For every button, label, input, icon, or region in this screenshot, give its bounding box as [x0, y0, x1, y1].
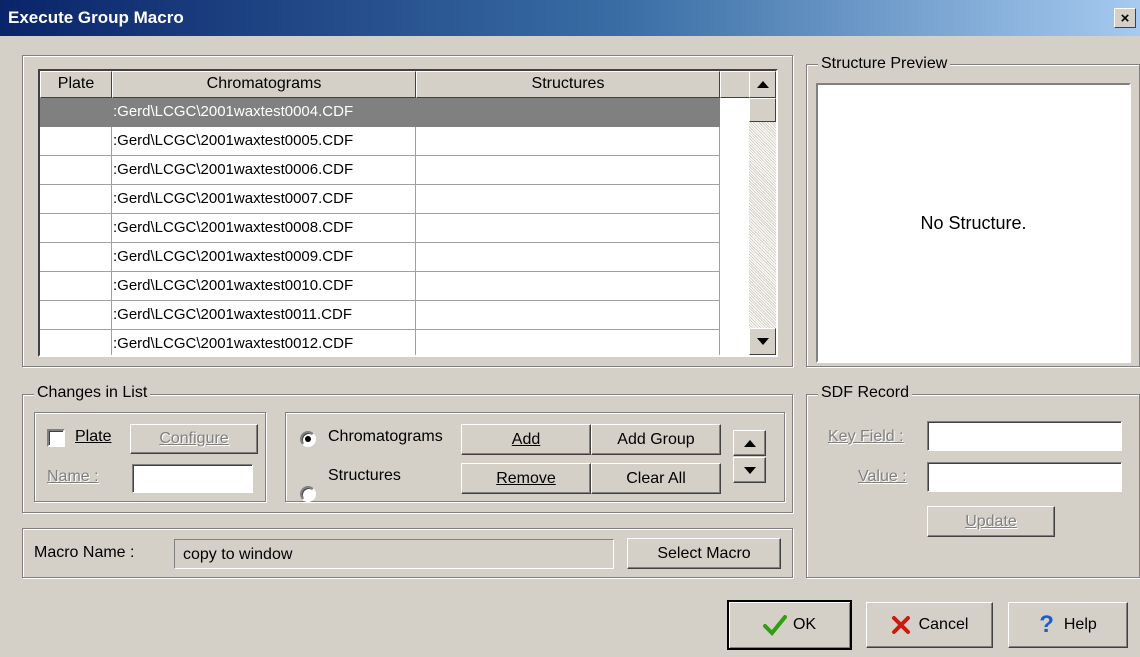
- chromatogram-cell[interactable]: :Gerd\LCGC\2001waxtest0006.CDF: [112, 156, 416, 185]
- clear-all-button[interactable]: Clear All: [591, 463, 721, 494]
- radio-structures-label: Structures: [328, 467, 401, 484]
- plate-cell[interactable]: [40, 272, 112, 301]
- chromatogram-cell[interactable]: :Gerd\LCGC\2001waxtest0011.CDF: [112, 301, 416, 330]
- changes-legend: Changes in List: [34, 384, 151, 402]
- up-arrow-icon: [743, 439, 756, 447]
- radio-structures[interactable]: [300, 486, 316, 502]
- x-icon: [891, 616, 910, 634]
- add-button[interactable]: Add: [461, 424, 591, 455]
- structure-cell[interactable]: [416, 214, 720, 243]
- plate-cell[interactable]: [40, 301, 112, 330]
- key-field-label: Key Field :: [828, 428, 904, 445]
- table-row[interactable]: :Gerd\LCGC\2001waxtest0012.CDF: [40, 330, 720, 355]
- chromatogram-cell[interactable]: :Gerd\LCGC\2001waxtest0008.CDF: [112, 214, 416, 243]
- radio-chromatograms-label: Chromatograms: [328, 428, 443, 445]
- structure-preview-box: No Structure.: [816, 83, 1131, 363]
- column-header-structures[interactable]: Structures: [416, 71, 720, 98]
- ok-label: OK: [792, 616, 817, 633]
- table-row[interactable]: :Gerd\LCGC\2001waxtest0011.CDF: [40, 301, 720, 330]
- macro-name-field: copy to window: [174, 539, 614, 569]
- chromatogram-cell[interactable]: :Gerd\LCGC\2001waxtest0007.CDF: [112, 185, 416, 214]
- structure-preview-legend: Structure Preview: [818, 55, 951, 73]
- plate-cell[interactable]: [40, 214, 112, 243]
- chromatogram-cell[interactable]: :Gerd\LCGC\2001waxtest0010.CDF: [112, 272, 416, 301]
- move-down-button[interactable]: [733, 457, 766, 483]
- name-label: Name :: [47, 468, 99, 485]
- plate-cell[interactable]: [40, 243, 112, 272]
- plate-cell[interactable]: [40, 330, 112, 355]
- move-up-button[interactable]: [733, 430, 766, 456]
- name-field[interactable]: [132, 464, 253, 493]
- structure-cell[interactable]: [416, 156, 720, 185]
- structure-cell[interactable]: [416, 272, 720, 301]
- table-row[interactable]: :Gerd\LCGC\2001waxtest0005.CDF: [40, 127, 720, 156]
- no-structure-text: No Structure.: [920, 212, 1027, 233]
- add-group-button[interactable]: Add Group: [591, 424, 721, 455]
- chromatogram-cell[interactable]: :Gerd\LCGC\2001waxtest0005.CDF: [112, 127, 416, 156]
- value-label: Value :: [858, 468, 907, 485]
- structure-cell[interactable]: [416, 301, 720, 330]
- checkmark-icon: [762, 615, 787, 636]
- table-row[interactable]: :Gerd\LCGC\2001waxtest0007.CDF: [40, 185, 720, 214]
- remove-button[interactable]: Remove: [461, 463, 591, 494]
- title-bar: Execute Group Macro ×: [0, 0, 1140, 36]
- close-button[interactable]: ×: [1114, 8, 1136, 28]
- question-mark-icon: ?: [1039, 611, 1054, 638]
- window-title: Execute Group Macro: [8, 8, 184, 27]
- structure-cell[interactable]: [416, 243, 720, 272]
- update-button[interactable]: Update: [927, 506, 1055, 537]
- column-header-plate[interactable]: Plate: [40, 71, 112, 98]
- chromatogram-cell[interactable]: :Gerd\LCGC\2001waxtest0009.CDF: [112, 243, 416, 272]
- structure-cell[interactable]: [416, 330, 720, 355]
- help-label: Help: [1063, 616, 1097, 633]
- scroll-down-button[interactable]: [749, 328, 776, 355]
- structure-cell[interactable]: [416, 98, 720, 127]
- value-input[interactable]: [927, 462, 1122, 492]
- structure-cell[interactable]: [416, 185, 720, 214]
- table-row[interactable]: :Gerd\LCGC\2001waxtest0009.CDF: [40, 243, 720, 272]
- structure-cell[interactable]: [416, 127, 720, 156]
- cancel-label: Cancel: [918, 616, 969, 633]
- plate-cell[interactable]: [40, 156, 112, 185]
- macro-name-label: Macro Name :: [34, 544, 135, 561]
- chromatogram-cell[interactable]: :Gerd\LCGC\2001waxtest0012.CDF: [112, 330, 416, 355]
- radio-chromatograms[interactable]: [300, 431, 316, 447]
- plate-checkbox[interactable]: [47, 429, 65, 447]
- chromatogram-cell[interactable]: :Gerd\LCGC\2001waxtest0004.CDF: [112, 98, 416, 127]
- table-row[interactable]: :Gerd\LCGC\2001waxtest0006.CDF: [40, 156, 720, 185]
- cancel-button[interactable]: Cancel: [866, 602, 993, 648]
- scroll-thumb[interactable]: [749, 98, 776, 122]
- select-macro-button[interactable]: Select Macro: [627, 538, 781, 569]
- sdf-record-legend: SDF Record: [818, 384, 913, 402]
- down-arrow-icon: [743, 466, 756, 474]
- plate-cell[interactable]: [40, 98, 112, 127]
- vertical-scrollbar[interactable]: [749, 71, 776, 355]
- table-row[interactable]: :Gerd\LCGC\2001waxtest0008.CDF: [40, 214, 720, 243]
- file-grid: Plate Chromatograms Structures :Gerd\LCG…: [38, 69, 778, 357]
- plate-cell[interactable]: [40, 185, 112, 214]
- help-button[interactable]: ? Help: [1008, 602, 1128, 648]
- down-arrow-icon: [756, 338, 769, 345]
- ok-button[interactable]: OK: [727, 600, 852, 650]
- up-arrow-icon: [756, 81, 769, 88]
- table-row[interactable]: :Gerd\LCGC\2001waxtest0010.CDF: [40, 272, 720, 301]
- plate-label: Plate: [75, 428, 112, 445]
- column-header-chromatograms[interactable]: Chromatograms: [112, 71, 416, 98]
- configure-button[interactable]: Configure: [130, 424, 258, 454]
- key-field-input[interactable]: [927, 421, 1122, 451]
- table-row[interactable]: :Gerd\LCGC\2001waxtest0004.CDF: [40, 98, 720, 127]
- plate-cell[interactable]: [40, 127, 112, 156]
- scroll-up-button[interactable]: [749, 71, 776, 98]
